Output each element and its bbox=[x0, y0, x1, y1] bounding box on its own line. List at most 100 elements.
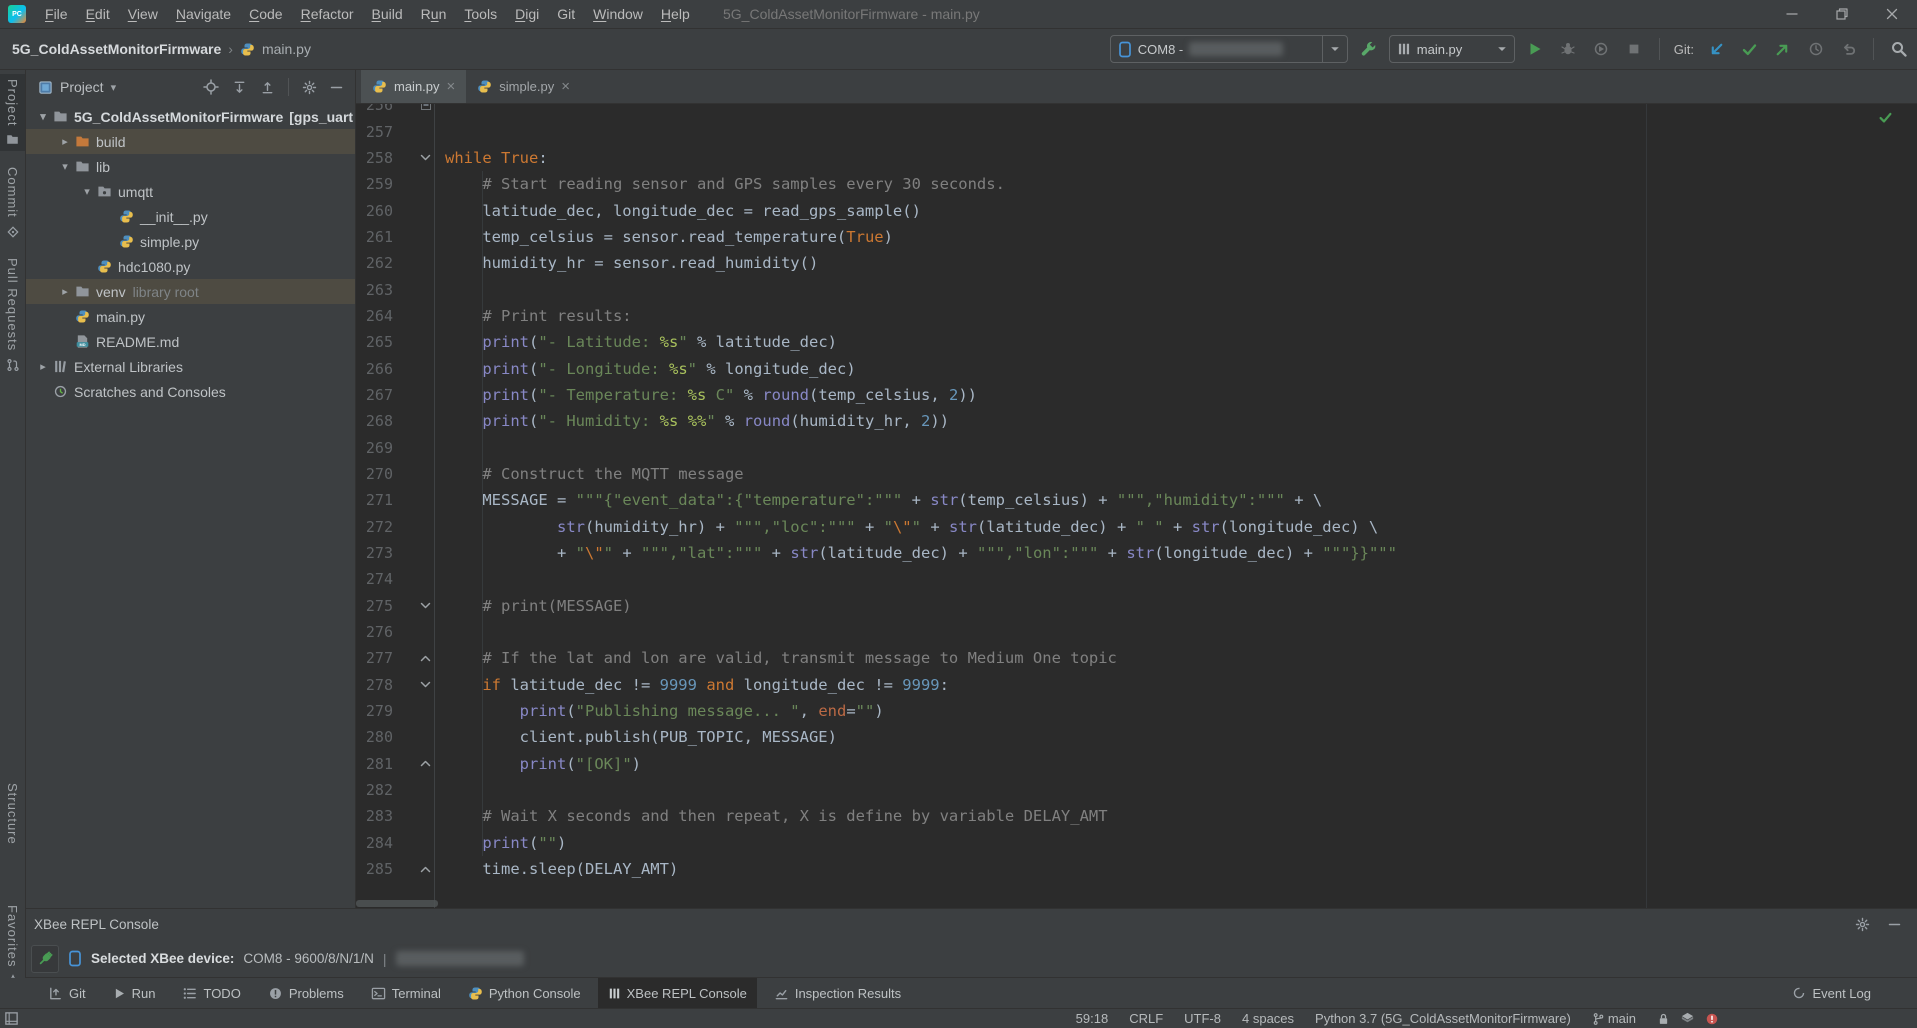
line-number[interactable]: 268 bbox=[356, 412, 406, 430]
fold-minus-icon[interactable] bbox=[406, 104, 445, 110]
code-line[interactable]: 277 # If the lat and lon are valid, tran… bbox=[356, 645, 1917, 671]
expand-all-button[interactable] bbox=[232, 80, 247, 95]
line-number[interactable]: 280 bbox=[356, 728, 406, 746]
line-number[interactable]: 258 bbox=[356, 149, 406, 167]
status-caret-position[interactable]: 59:18 bbox=[1076, 1011, 1109, 1026]
tool-window-button-problems[interactable]: Problems bbox=[258, 978, 354, 1008]
tree-item-lib[interactable]: ▾lib bbox=[26, 154, 355, 179]
menu-item-file[interactable]: File bbox=[36, 6, 77, 22]
git-branch-widget[interactable]: main bbox=[1592, 1011, 1636, 1026]
menu-item-window[interactable]: Window bbox=[584, 6, 652, 22]
code-line[interactable]: 282 bbox=[356, 777, 1917, 803]
code-line[interactable]: 266 print("- Longitude: %s" % longitude_… bbox=[356, 355, 1917, 381]
tool-window-button-xbee-repl-console[interactable]: XBee REPL Console bbox=[598, 978, 757, 1008]
line-number[interactable]: 276 bbox=[356, 623, 406, 641]
menu-item-run[interactable]: Run bbox=[412, 6, 456, 22]
layers-icon[interactable] bbox=[1680, 1011, 1695, 1026]
line-number[interactable]: 257 bbox=[356, 123, 406, 141]
code-line[interactable]: 256""" bbox=[356, 104, 1917, 118]
line-number[interactable]: 284 bbox=[356, 834, 406, 852]
tool-window-button-todo[interactable]: TODO bbox=[172, 978, 250, 1008]
menu-item-build[interactable]: Build bbox=[363, 6, 412, 22]
menu-item-navigate[interactable]: Navigate bbox=[167, 6, 240, 22]
menu-item-edit[interactable]: Edit bbox=[77, 6, 119, 22]
code-line[interactable]: 264 # Print results: bbox=[356, 303, 1917, 329]
gear-icon[interactable] bbox=[1855, 917, 1870, 932]
code-line[interactable]: 263 bbox=[356, 276, 1917, 302]
tool-window-button-python-console[interactable]: Python Console bbox=[458, 978, 591, 1008]
tab-simple-py[interactable]: simple.py× bbox=[466, 70, 581, 103]
fold-up-icon[interactable] bbox=[406, 759, 445, 768]
code-line[interactable]: 260 latitude_dec, longitude_dec = read_g… bbox=[356, 197, 1917, 223]
gear-icon[interactable] bbox=[302, 80, 317, 95]
line-number[interactable]: 285 bbox=[356, 860, 406, 878]
git-commit-button[interactable] bbox=[1737, 36, 1762, 62]
connect-toggle-button[interactable] bbox=[31, 945, 59, 973]
build-wrench-button[interactable] bbox=[1356, 36, 1381, 62]
code-line[interactable]: 279 print("Publishing message... ", end=… bbox=[356, 698, 1917, 724]
line-number[interactable]: 282 bbox=[356, 781, 406, 799]
horizontal-scrollbar[interactable] bbox=[356, 900, 438, 907]
tool-windows-toggle-button[interactable] bbox=[4, 1011, 19, 1026]
code-line[interactable]: 268 print("- Humidity: %s %%" % round(hu… bbox=[356, 408, 1917, 434]
chevron-down-icon[interactable]: ▾ bbox=[34, 110, 52, 123]
run-configuration-selector[interactable]: main.py bbox=[1389, 35, 1515, 63]
tree-item-external-libraries[interactable]: ▸External Libraries bbox=[26, 354, 355, 379]
line-number[interactable]: 267 bbox=[356, 386, 406, 404]
event-log-button[interactable]: Event Log bbox=[1792, 986, 1871, 1001]
line-number[interactable]: 279 bbox=[356, 702, 406, 720]
code-line[interactable]: 281 print("[OK]") bbox=[356, 751, 1917, 777]
line-number[interactable]: 271 bbox=[356, 491, 406, 509]
search-everywhere-button[interactable] bbox=[1886, 36, 1911, 62]
window-minimize-button[interactable] bbox=[1767, 0, 1817, 28]
xbee-device-selector[interactable]: COM8 - bbox=[1110, 35, 1348, 63]
code-line[interactable]: 280 client.publish(PUB_TOPIC, MESSAGE) bbox=[356, 724, 1917, 750]
code-line[interactable]: 269 bbox=[356, 434, 1917, 460]
tree-item-scratches-and-consoles[interactable]: Scratches and Consoles bbox=[26, 379, 355, 404]
fold-up-icon[interactable] bbox=[406, 654, 445, 663]
window-restore-button[interactable] bbox=[1817, 0, 1867, 28]
code-line[interactable]: 258while True: bbox=[356, 145, 1917, 171]
git-update-button[interactable] bbox=[1704, 36, 1729, 62]
fold-up-icon[interactable] bbox=[406, 865, 445, 874]
breadcrumb-file[interactable]: main.py bbox=[262, 41, 311, 57]
fold-down-icon[interactable] bbox=[406, 153, 445, 162]
line-number[interactable]: 277 bbox=[356, 649, 406, 667]
tool-window-button-inspection-results[interactable]: Inspection Results bbox=[764, 978, 911, 1008]
chevron-down-icon[interactable]: ▾ bbox=[78, 185, 96, 198]
tool-window-button-git[interactable]: Git bbox=[38, 978, 96, 1008]
line-number[interactable]: 262 bbox=[356, 254, 406, 272]
chevron-right-icon[interactable]: ▸ bbox=[56, 135, 74, 148]
run-button[interactable] bbox=[1523, 36, 1548, 62]
window-close-button[interactable] bbox=[1867, 0, 1917, 28]
line-number[interactable]: 278 bbox=[356, 676, 406, 694]
code-line[interactable]: 272 str(humidity_hr) + ""","loc":""" + "… bbox=[356, 514, 1917, 540]
code-line[interactable]: 259 # Start reading sensor and GPS sampl… bbox=[356, 171, 1917, 197]
tree-item-readme-md[interactable]: MDREADME.md bbox=[26, 329, 355, 354]
code-area[interactable]: 256""" 257 258while True:259 # Start readi… bbox=[356, 104, 1917, 908]
menu-item-digi[interactable]: Digi bbox=[506, 6, 548, 22]
status-line-separator[interactable]: CRLF bbox=[1129, 1011, 1163, 1026]
code-line[interactable]: 273 + "\"" + ""","lat":""" + str(latitud… bbox=[356, 540, 1917, 566]
project-panel-title[interactable]: Project bbox=[60, 79, 104, 95]
chevron-down-icon[interactable] bbox=[1497, 45, 1507, 53]
breadcrumb-project[interactable]: 5G_ColdAssetMonitorFirmware bbox=[12, 41, 221, 57]
code-line[interactable]: 267 print("- Temperature: %s C" % round(… bbox=[356, 382, 1917, 408]
hide-panel-button[interactable] bbox=[330, 81, 343, 94]
line-number[interactable]: 273 bbox=[356, 544, 406, 562]
lock-icon[interactable] bbox=[1657, 1012, 1670, 1026]
line-number[interactable]: 269 bbox=[356, 439, 406, 457]
line-number[interactable]: 281 bbox=[356, 755, 406, 773]
code-line[interactable]: 278 if latitude_dec != 9999 and longitud… bbox=[356, 672, 1917, 698]
code-line[interactable]: 257 bbox=[356, 118, 1917, 144]
menu-item-view[interactable]: View bbox=[119, 6, 167, 22]
status-indent-style[interactable]: 4 spaces bbox=[1242, 1011, 1294, 1026]
minimize-panel-button[interactable] bbox=[1888, 918, 1901, 931]
chevron-down-icon[interactable] bbox=[1322, 36, 1340, 62]
tree-item-hdc1080-py[interactable]: hdc1080.py bbox=[26, 254, 355, 279]
line-number[interactable]: 261 bbox=[356, 228, 406, 246]
menu-item-git[interactable]: Git bbox=[548, 6, 584, 22]
tab-main-py[interactable]: main.py× bbox=[361, 70, 466, 103]
tree-item-venv[interactable]: ▸venvlibrary root bbox=[26, 279, 355, 304]
chevron-down-icon[interactable]: ▾ bbox=[111, 81, 117, 94]
